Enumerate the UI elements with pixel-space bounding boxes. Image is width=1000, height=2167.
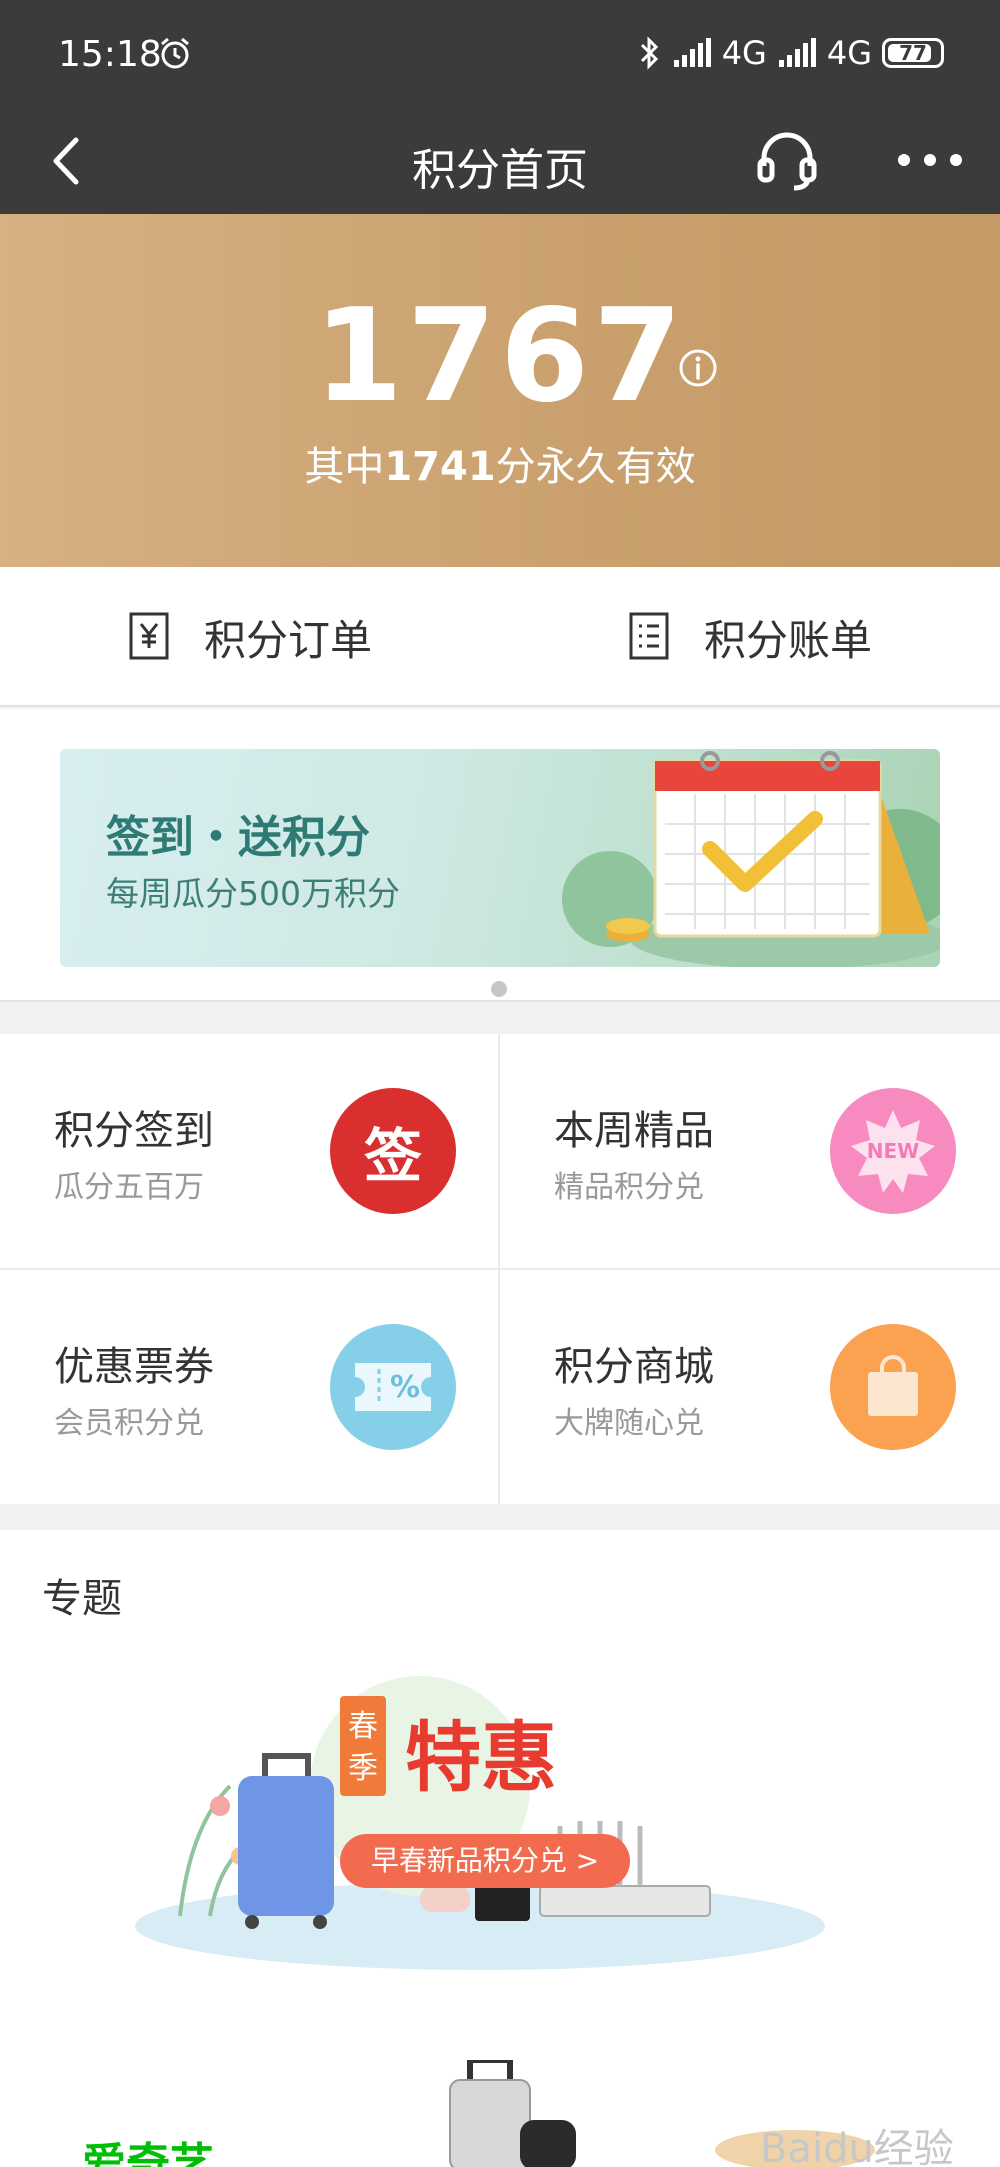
page-title: 积分首页 xyxy=(412,145,588,196)
battery-level: 77 xyxy=(899,41,927,65)
points-shortcuts: 积分订单 积分账单 xyxy=(0,567,1000,707)
watermark: Baidu经验 xyxy=(760,2126,954,2167)
status-indicators: 4G 4G 77 xyxy=(636,34,944,72)
promo-title: 特惠 xyxy=(405,1713,557,1802)
feature-points-signin[interactable]: 积分签到 瓜分五百万 签 xyxy=(0,1034,498,1268)
feature-subtitle: 大牌随心兑 xyxy=(554,1406,704,1441)
feature-subtitle: 精品积分兑 xyxy=(554,1170,704,1205)
points-summary: 1767 其中1741分永久有效 xyxy=(0,214,1000,567)
banner-title: 签到・送积分 xyxy=(106,812,370,863)
spring-sale-banner[interactable]: 春 季 特惠 早春新品积分兑 > xyxy=(120,1656,840,1976)
luggage-product-image xyxy=(449,2060,576,2167)
yuan-document-icon xyxy=(129,612,169,660)
permanent-points-value: 1741 xyxy=(384,444,496,490)
network-type-2: 4G xyxy=(826,34,872,72)
alarm-clock-icon xyxy=(161,37,189,69)
coupon-icon: % xyxy=(330,1324,456,1450)
points-home-page: 15:18 4G 4G 77 积分首页 1767 其中1741分永久有效 积分订… xyxy=(0,0,1000,2167)
battery-icon: 77 xyxy=(882,38,944,68)
banner-carousel: 签到・送积分 每周瓜分500万积分 xyxy=(0,709,1000,1002)
section-title: 专题 xyxy=(42,1576,122,1622)
feature-grid: 积分签到 瓜分五百万 签 本周精品 精品积分兑 NEW 优惠票券 会员积分兑 %… xyxy=(0,1034,1000,1504)
points-balance: 1767 xyxy=(313,282,687,431)
customer-service-headset-icon[interactable] xyxy=(756,130,818,192)
coupon-icon-text: % xyxy=(389,1369,421,1405)
feature-coupons[interactable]: 优惠票券 会员积分兑 % xyxy=(0,1270,498,1504)
feature-subtitle: 会员积分兑 xyxy=(54,1406,204,1441)
permanent-points-text: 其中1741分永久有效 xyxy=(0,434,1000,492)
feature-title: 本周精品 xyxy=(554,1108,714,1154)
list-document-icon xyxy=(629,612,669,660)
permanent-prefix: 其中 xyxy=(304,444,385,490)
feature-title: 积分签到 xyxy=(54,1108,214,1154)
signal-strength-icon xyxy=(673,38,711,67)
bluetooth-icon xyxy=(640,36,658,70)
info-icon[interactable] xyxy=(678,348,718,388)
promo-season-char-1: 春 xyxy=(348,1709,378,1744)
navigation-bar: 积分首页 xyxy=(0,108,1000,214)
grid-divider xyxy=(0,1268,1000,1270)
feature-subtitle: 瓜分五百万 xyxy=(54,1170,204,1205)
more-options-icon[interactable] xyxy=(896,148,964,172)
points-orders-button[interactable]: 积分订单 xyxy=(128,567,372,707)
iqiyi-logo: 爱奇艺 xyxy=(82,2139,214,2167)
status-bar: 15:18 4G 4G 77 xyxy=(0,0,1000,108)
topic-section: 专题 春 季 特惠 早春新品积分兑 > 爱奇艺 Baidu经验 xyxy=(0,1530,1000,2167)
signin-promo-banner[interactable]: 签到・送积分 每周瓜分500万积分 xyxy=(60,749,940,967)
points-orders-label: 积分订单 xyxy=(204,615,373,665)
new-badge-icon: NEW xyxy=(830,1088,956,1214)
promo-cta[interactable]: 早春新品积分兑 > xyxy=(340,1834,630,1888)
points-bill-label: 积分账单 xyxy=(704,615,873,665)
status-time: 15:18 xyxy=(58,34,162,75)
product-preview-row: 爱奇艺 Baidu经验 xyxy=(0,2020,1000,2167)
carousel-indicator xyxy=(491,981,507,997)
signal-strength-icon xyxy=(778,38,816,67)
calendar-checkmark-illustration xyxy=(562,751,940,967)
banner-subtitle: 每周瓜分500万积分 xyxy=(106,874,400,913)
network-type-1: 4G xyxy=(721,34,767,72)
permanent-suffix: 分永久有效 xyxy=(495,444,696,490)
shopping-bag-icon xyxy=(830,1324,956,1450)
feature-weekly-picks[interactable]: 本周精品 精品积分兑 NEW xyxy=(500,1034,998,1268)
sign-in-icon: 签 xyxy=(330,1088,456,1214)
points-bill-button[interactable]: 积分账单 xyxy=(628,567,872,707)
feature-points-mall[interactable]: 积分商城 大牌随心兑 xyxy=(500,1270,998,1504)
promo-season-char-2: 季 xyxy=(348,1751,378,1786)
sign-in-icon-text: 签 xyxy=(363,1122,422,1190)
feature-title: 优惠票券 xyxy=(54,1344,214,1390)
feature-title: 积分商城 xyxy=(554,1344,714,1390)
new-badge-text: NEW xyxy=(866,1139,920,1163)
